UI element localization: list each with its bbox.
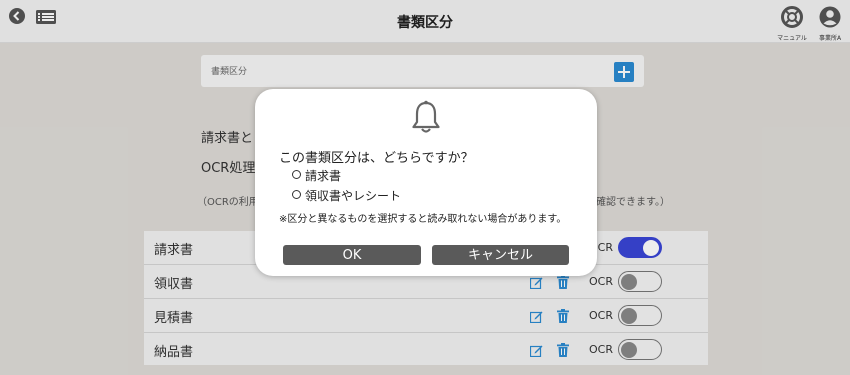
radio-button[interactable]	[292, 190, 301, 199]
option-receipt[interactable]: 領収書やレシート	[292, 187, 401, 204]
dialog-note: ※区分と異なるものを選択すると読み取れない場合があります。	[279, 214, 567, 225]
ok-button[interactable]: OK	[283, 245, 421, 265]
cancel-button[interactable]: キャンセル	[432, 245, 569, 265]
option-label: 領収書やレシート	[305, 189, 402, 203]
bell-icon	[412, 100, 440, 133]
radio-button[interactable]	[292, 170, 301, 179]
option-label: 請求書	[305, 169, 342, 183]
dialog-question: この書類区分は、どちらですか？	[279, 151, 474, 166]
option-invoice[interactable]: 請求書	[292, 167, 341, 184]
confirm-dialog: この書類区分は、どちらですか？ 請求書 領収書やレシート ※区分と異なるものを選…	[255, 89, 597, 276]
